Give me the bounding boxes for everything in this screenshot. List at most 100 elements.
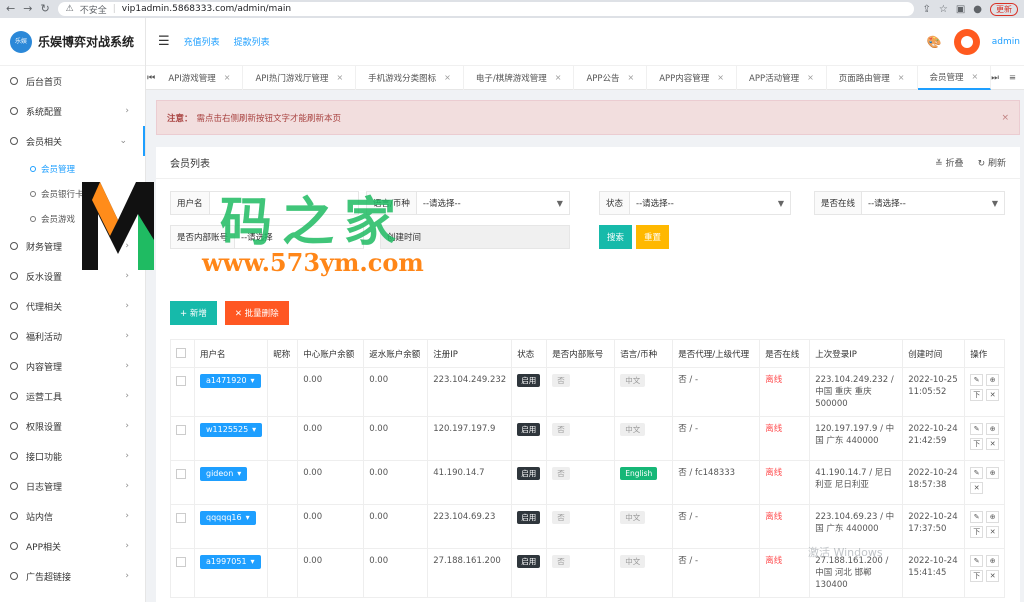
admin-name[interactable]: admin bbox=[992, 37, 1020, 47]
internal-account-select[interactable]: --请选择 bbox=[234, 225, 365, 249]
status-badge[interactable]: 启用 bbox=[517, 467, 541, 480]
reset-button[interactable]: 重置 bbox=[636, 225, 670, 249]
recharge-list-link[interactable]: 充值列表 bbox=[184, 35, 220, 48]
delete-icon[interactable]: ✕ bbox=[986, 438, 1000, 450]
sidebar-item[interactable]: 接口功能 › bbox=[0, 441, 145, 471]
address-bar[interactable]: ⚠ 不安全 | vip1admin.5868333.com/admin/main bbox=[57, 2, 915, 16]
sidebar-item[interactable]: 福利活动 › bbox=[0, 321, 145, 351]
back-icon[interactable]: ← bbox=[6, 0, 15, 18]
tab-close-icon[interactable]: × bbox=[717, 73, 724, 82]
sidebar-item[interactable]: 反水设置 › bbox=[0, 261, 145, 291]
tab[interactable]: 电子/棋牌游戏管理 × bbox=[464, 65, 575, 90]
view-icon[interactable]: ⊕ bbox=[986, 423, 1000, 435]
edit-icon[interactable]: ✎ bbox=[970, 467, 984, 479]
tab-close-icon[interactable]: × bbox=[807, 73, 814, 82]
tab-close-icon[interactable]: × bbox=[444, 73, 451, 82]
edit-icon[interactable]: ✎ bbox=[970, 423, 984, 435]
add-button[interactable]: + 新增 bbox=[170, 301, 217, 325]
palette-icon[interactable]: 🎨 bbox=[927, 35, 942, 49]
tabs-next-icon[interactable]: ⏭ bbox=[991, 73, 999, 83]
view-icon[interactable]: ⊕ bbox=[986, 555, 1000, 567]
edit-icon[interactable]: ✎ bbox=[970, 555, 984, 567]
sidebar-item[interactable]: 财务管理 › bbox=[0, 231, 145, 261]
sidebar-item[interactable]: 日志管理 › bbox=[0, 471, 145, 501]
update-button[interactable]: 更新 bbox=[990, 2, 1018, 16]
delete-icon[interactable]: ✕ bbox=[986, 526, 1000, 538]
status-badge[interactable]: 启用 bbox=[517, 555, 541, 568]
delete-icon[interactable]: ✕ bbox=[970, 482, 984, 494]
tabs-menu-icon[interactable]: ≡ bbox=[1009, 73, 1016, 83]
tab[interactable]: API热门游戏厅管理 × bbox=[243, 65, 357, 90]
online-select[interactable]: --请选择-- ▼ bbox=[861, 191, 1006, 215]
star-icon[interactable]: ☆ bbox=[939, 4, 948, 15]
tab-close-icon[interactable]: × bbox=[898, 73, 905, 82]
username-dropdown[interactable]: gideon ▾ bbox=[200, 467, 248, 481]
refresh-button[interactable]: ↻ 刷新 bbox=[978, 156, 1006, 169]
sidebar-item[interactable]: 内容管理 › bbox=[0, 351, 145, 381]
notice-close-icon[interactable]: × bbox=[1001, 113, 1009, 123]
sidebar-item[interactable]: 站内信 › bbox=[0, 501, 145, 531]
tab[interactable]: API游戏管理 × bbox=[156, 65, 244, 90]
edit-icon[interactable]: ✎ bbox=[970, 374, 984, 386]
withdraw-list-link[interactable]: 提款列表 bbox=[234, 35, 270, 48]
select-all-checkbox[interactable] bbox=[176, 348, 186, 358]
edit-icon[interactable]: ✎ bbox=[970, 511, 984, 523]
tab-close-icon[interactable]: × bbox=[555, 73, 562, 82]
row-checkbox[interactable] bbox=[176, 513, 186, 523]
sidebar-item[interactable]: 系统配置 › bbox=[0, 96, 145, 126]
view-icon[interactable]: ⊕ bbox=[986, 374, 1000, 386]
row-checkbox[interactable] bbox=[176, 557, 186, 567]
sidebar-subitem[interactable]: 会员管理 bbox=[0, 156, 145, 181]
sidebar-item[interactable]: 后台首页 bbox=[0, 66, 145, 96]
tabs-prev-icon[interactable]: ⏮ bbox=[146, 73, 156, 83]
batch-delete-button[interactable]: ✕ 批量删除 bbox=[224, 301, 289, 325]
sidebar-item[interactable]: 权限设置 › bbox=[0, 411, 145, 441]
profile-icon[interactable]: ● bbox=[973, 4, 982, 15]
share-icon[interactable]: ⇪ bbox=[922, 4, 930, 15]
tab[interactable]: APP活动管理 × bbox=[737, 65, 827, 90]
row-checkbox[interactable] bbox=[176, 469, 186, 479]
delete-icon[interactable]: ✕ bbox=[986, 570, 1000, 582]
search-button[interactable]: 搜索 bbox=[599, 225, 633, 249]
tab[interactable]: APP内容管理 × bbox=[647, 65, 737, 90]
status-select[interactable]: --请选择-- ▼ bbox=[629, 191, 792, 215]
tab[interactable]: APP公告 × bbox=[574, 65, 648, 90]
username-input[interactable] bbox=[208, 191, 359, 215]
tab-close-icon[interactable]: × bbox=[336, 73, 343, 82]
view-icon[interactable]: ⊕ bbox=[986, 511, 1000, 523]
fold-button[interactable]: ≚ 折叠 bbox=[935, 156, 963, 169]
sidebar-toggle-icon[interactable]: ▣ bbox=[956, 4, 965, 15]
sidebar-item[interactable]: 运营工具 › bbox=[0, 381, 145, 411]
status-badge[interactable]: 启用 bbox=[517, 374, 541, 387]
row-checkbox[interactable] bbox=[176, 425, 186, 435]
tab[interactable]: 页面路由管理 × bbox=[827, 65, 918, 90]
status-badge[interactable]: 启用 bbox=[517, 511, 541, 524]
sidebar-item[interactable]: APP相关 › bbox=[0, 531, 145, 561]
row-checkbox[interactable] bbox=[176, 376, 186, 386]
avatar[interactable] bbox=[953, 28, 980, 55]
tab-close-icon[interactable]: × bbox=[224, 73, 231, 82]
username-dropdown[interactable]: w1125525 ▾ bbox=[200, 423, 263, 437]
tab[interactable]: 手机游戏分类图标 × bbox=[356, 65, 464, 90]
username-dropdown[interactable]: qqqqq16 ▾ bbox=[200, 511, 256, 525]
delete-icon[interactable]: ✕ bbox=[986, 389, 1000, 401]
sidebar-item[interactable]: 会员相关 ⌄ bbox=[0, 126, 145, 156]
download-icon[interactable]: 下 bbox=[970, 526, 984, 538]
view-icon[interactable]: ⊕ bbox=[986, 467, 1000, 479]
download-icon[interactable]: 下 bbox=[970, 570, 984, 582]
menu-toggle-icon[interactable]: ☰ bbox=[158, 34, 170, 49]
sidebar-item[interactable]: 广告超链接 › bbox=[0, 561, 145, 591]
created-time-input[interactable]: 创建时间 bbox=[380, 225, 570, 249]
tab-close-icon[interactable]: × bbox=[972, 72, 979, 81]
sidebar-item[interactable]: 代理相关 › bbox=[0, 291, 145, 321]
sidebar-subitem[interactable]: 会员银行卡 bbox=[0, 181, 145, 206]
forward-icon[interactable]: → bbox=[23, 0, 32, 18]
status-badge[interactable]: 启用 bbox=[517, 423, 541, 436]
download-icon[interactable]: 下 bbox=[970, 389, 984, 401]
tab[interactable]: 会员管理 × bbox=[917, 65, 992, 90]
sidebar-subitem[interactable]: 会员游戏 bbox=[0, 206, 145, 231]
language-select[interactable]: --请选择-- ▼ bbox=[415, 191, 570, 215]
tab-close-icon[interactable]: × bbox=[628, 73, 635, 82]
username-dropdown[interactable]: a1997051 ▾ bbox=[200, 555, 261, 569]
reload-icon[interactable]: ↻ bbox=[40, 0, 49, 18]
